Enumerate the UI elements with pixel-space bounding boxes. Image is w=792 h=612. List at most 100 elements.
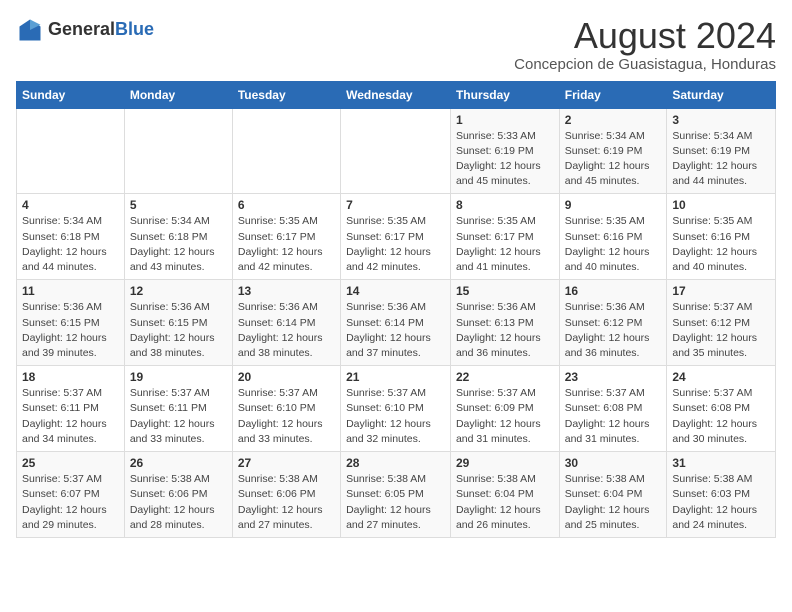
calendar-cell: 20 Sunrise: 5:37 AMSunset: 6:10 PMDayligh…: [232, 366, 340, 452]
day-info: Sunrise: 5:33 AMSunset: 6:19 PMDaylight:…: [456, 129, 554, 190]
calendar-cell: 18 Sunrise: 5:37 AMSunset: 6:11 PMDayligh…: [17, 366, 125, 452]
day-number: 26: [130, 456, 227, 470]
day-info: Sunrise: 5:37 AMSunset: 6:10 PMDaylight:…: [238, 386, 335, 447]
day-header-friday: Friday: [559, 81, 667, 108]
day-info: Sunrise: 5:35 AMSunset: 6:17 PMDaylight:…: [238, 214, 335, 275]
calendar-cell: 24Sunrise: 5:37 AMSunset: 6:08 PMDayligh…: [667, 366, 776, 452]
header: GeneralBlue August 2024 Concepcion de Gu…: [16, 16, 776, 73]
week-row-3: 11 Sunrise: 5:36 AMSunset: 6:15 PMDayligh…: [17, 280, 776, 366]
day-number: 30: [565, 456, 662, 470]
day-number: 16: [565, 284, 662, 298]
day-info: Sunrise: 5:34 AMSunset: 6:18 PMDaylight:…: [130, 214, 227, 275]
day-info: Sunrise: 5:35 AMSunset: 6:17 PMDaylight:…: [346, 214, 445, 275]
day-number: 18: [22, 370, 119, 384]
day-number: 28: [346, 456, 445, 470]
day-number: 6: [238, 198, 335, 212]
calendar-cell: 12 Sunrise: 5:36 AMSunset: 6:15 PMDayligh…: [124, 280, 232, 366]
calendar-cell: 19 Sunrise: 5:37 AMSunset: 6:11 PMDayligh…: [124, 366, 232, 452]
logo-text-general: GeneralBlue: [48, 20, 154, 40]
day-info: Sunrise: 5:34 AMSunset: 6:19 PMDaylight:…: [672, 129, 770, 190]
logo-icon: [16, 16, 44, 44]
day-number: 1: [456, 113, 554, 127]
day-header-row: SundayMondayTuesdayWednesdayThursdayFrid…: [17, 81, 776, 108]
calendar-cell: 1 Sunrise: 5:33 AMSunset: 6:19 PMDaylight…: [450, 108, 559, 194]
day-info: Sunrise: 5:37 AMSunset: 6:12 PMDaylight:…: [672, 300, 770, 361]
day-info: Sunrise: 5:38 AMSunset: 6:06 PMDaylight:…: [238, 472, 335, 533]
calendar-cell: 29 Sunrise: 5:38 AMSunset: 6:04 PMDayligh…: [450, 452, 559, 538]
logo: GeneralBlue: [16, 16, 154, 44]
day-info: Sunrise: 5:34 AMSunset: 6:18 PMDaylight:…: [22, 214, 119, 275]
day-number: 5: [130, 198, 227, 212]
day-info: Sunrise: 5:36 AMSunset: 6:15 PMDaylight:…: [22, 300, 119, 361]
day-number: 24: [672, 370, 770, 384]
calendar-cell: 2 Sunrise: 5:34 AMSunset: 6:19 PMDaylight…: [559, 108, 667, 194]
day-info: Sunrise: 5:37 AMSunset: 6:11 PMDaylight:…: [130, 386, 227, 447]
calendar-cell: 13Sunrise: 5:36 AMSunset: 6:14 PMDayligh…: [232, 280, 340, 366]
calendar-cell: 7 Sunrise: 5:35 AMSunset: 6:17 PMDaylight…: [341, 194, 451, 280]
day-number: 4: [22, 198, 119, 212]
day-info: Sunrise: 5:38 AMSunset: 6:06 PMDaylight:…: [130, 472, 227, 533]
day-number: 8: [456, 198, 554, 212]
calendar-cell: 8 Sunrise: 5:35 AMSunset: 6:17 PMDaylight…: [450, 194, 559, 280]
day-number: 20: [238, 370, 335, 384]
calendar-cell: [341, 108, 451, 194]
day-info: Sunrise: 5:36 AMSunset: 6:14 PMDaylight:…: [238, 300, 335, 361]
day-header-sunday: Sunday: [17, 81, 125, 108]
calendar-cell: 21 Sunrise: 5:37 AMSunset: 6:10 PMDayligh…: [341, 366, 451, 452]
day-number: 25: [22, 456, 119, 470]
week-row-4: 18 Sunrise: 5:37 AMSunset: 6:11 PMDayligh…: [17, 366, 776, 452]
day-number: 7: [346, 198, 445, 212]
calendar-cell: 26 Sunrise: 5:38 AMSunset: 6:06 PMDayligh…: [124, 452, 232, 538]
day-number: 2: [565, 113, 662, 127]
calendar-cell: 30 Sunrise: 5:38 AMSunset: 6:04 PMDayligh…: [559, 452, 667, 538]
calendar-cell: 28Sunrise: 5:38 AMSunset: 6:05 PMDayligh…: [341, 452, 451, 538]
calendar-cell: [17, 108, 125, 194]
calendar-cell: 5 Sunrise: 5:34 AMSunset: 6:18 PMDaylight…: [124, 194, 232, 280]
calendar-cell: 10 Sunrise: 5:35 AMSunset: 6:16 PMDayligh…: [667, 194, 776, 280]
day-info: Sunrise: 5:35 AMSunset: 6:17 PMDaylight:…: [456, 214, 554, 275]
day-number: 3: [672, 113, 770, 127]
day-header-thursday: Thursday: [450, 81, 559, 108]
day-info: Sunrise: 5:37 AMSunset: 6:09 PMDaylight:…: [456, 386, 554, 447]
day-number: 27: [238, 456, 335, 470]
day-info: Sunrise: 5:35 AMSunset: 6:16 PMDaylight:…: [672, 214, 770, 275]
day-number: 10: [672, 198, 770, 212]
location-subtitle: Concepcion de Guasistagua, Honduras: [514, 56, 776, 73]
day-header-monday: Monday: [124, 81, 232, 108]
day-info: Sunrise: 5:34 AMSunset: 6:19 PMDaylight:…: [565, 129, 662, 190]
day-header-saturday: Saturday: [667, 81, 776, 108]
day-info: Sunrise: 5:36 AMSunset: 6:14 PMDaylight:…: [346, 300, 445, 361]
day-number: 12: [130, 284, 227, 298]
day-number: 21: [346, 370, 445, 384]
day-info: Sunrise: 5:37 AMSunset: 6:07 PMDaylight:…: [22, 472, 119, 533]
day-number: 11: [22, 284, 119, 298]
title-area: August 2024 Concepcion de Guasistagua, H…: [514, 16, 776, 73]
calendar-cell: [232, 108, 340, 194]
calendar-cell: 17 Sunrise: 5:37 AMSunset: 6:12 PMDayligh…: [667, 280, 776, 366]
day-info: Sunrise: 5:37 AMSunset: 6:11 PMDaylight:…: [22, 386, 119, 447]
day-info: Sunrise: 5:37 AMSunset: 6:10 PMDaylight:…: [346, 386, 445, 447]
day-number: 29: [456, 456, 554, 470]
week-row-2: 4 Sunrise: 5:34 AMSunset: 6:18 PMDaylight…: [17, 194, 776, 280]
day-info: Sunrise: 5:38 AMSunset: 6:04 PMDaylight:…: [456, 472, 554, 533]
day-info: Sunrise: 5:38 AMSunset: 6:04 PMDaylight:…: [565, 472, 662, 533]
calendar-cell: 25 Sunrise: 5:37 AMSunset: 6:07 PMDayligh…: [17, 452, 125, 538]
day-info: Sunrise: 5:35 AMSunset: 6:16 PMDaylight:…: [565, 214, 662, 275]
day-number: 22: [456, 370, 554, 384]
day-info: Sunrise: 5:38 AMSunset: 6:03 PMDaylight:…: [672, 472, 770, 533]
calendar-cell: 6 Sunrise: 5:35 AMSunset: 6:17 PMDaylight…: [232, 194, 340, 280]
day-info: Sunrise: 5:36 AMSunset: 6:15 PMDaylight:…: [130, 300, 227, 361]
week-row-5: 25 Sunrise: 5:37 AMSunset: 6:07 PMDayligh…: [17, 452, 776, 538]
calendar-cell: 27 Sunrise: 5:38 AMSunset: 6:06 PMDayligh…: [232, 452, 340, 538]
day-number: 17: [672, 284, 770, 298]
calendar-cell: 4 Sunrise: 5:34 AMSunset: 6:18 PMDaylight…: [17, 194, 125, 280]
day-number: 14: [346, 284, 445, 298]
week-row-1: 1 Sunrise: 5:33 AMSunset: 6:19 PMDaylight…: [17, 108, 776, 194]
calendar-cell: 23Sunrise: 5:37 AMSunset: 6:08 PMDayligh…: [559, 366, 667, 452]
day-number: 19: [130, 370, 227, 384]
day-number: 9: [565, 198, 662, 212]
calendar-cell: 9 Sunrise: 5:35 AMSunset: 6:16 PMDaylight…: [559, 194, 667, 280]
calendar-cell: 3 Sunrise: 5:34 AMSunset: 6:19 PMDaylight…: [667, 108, 776, 194]
calendar-cell: 11 Sunrise: 5:36 AMSunset: 6:15 PMDayligh…: [17, 280, 125, 366]
calendar-cell: [124, 108, 232, 194]
